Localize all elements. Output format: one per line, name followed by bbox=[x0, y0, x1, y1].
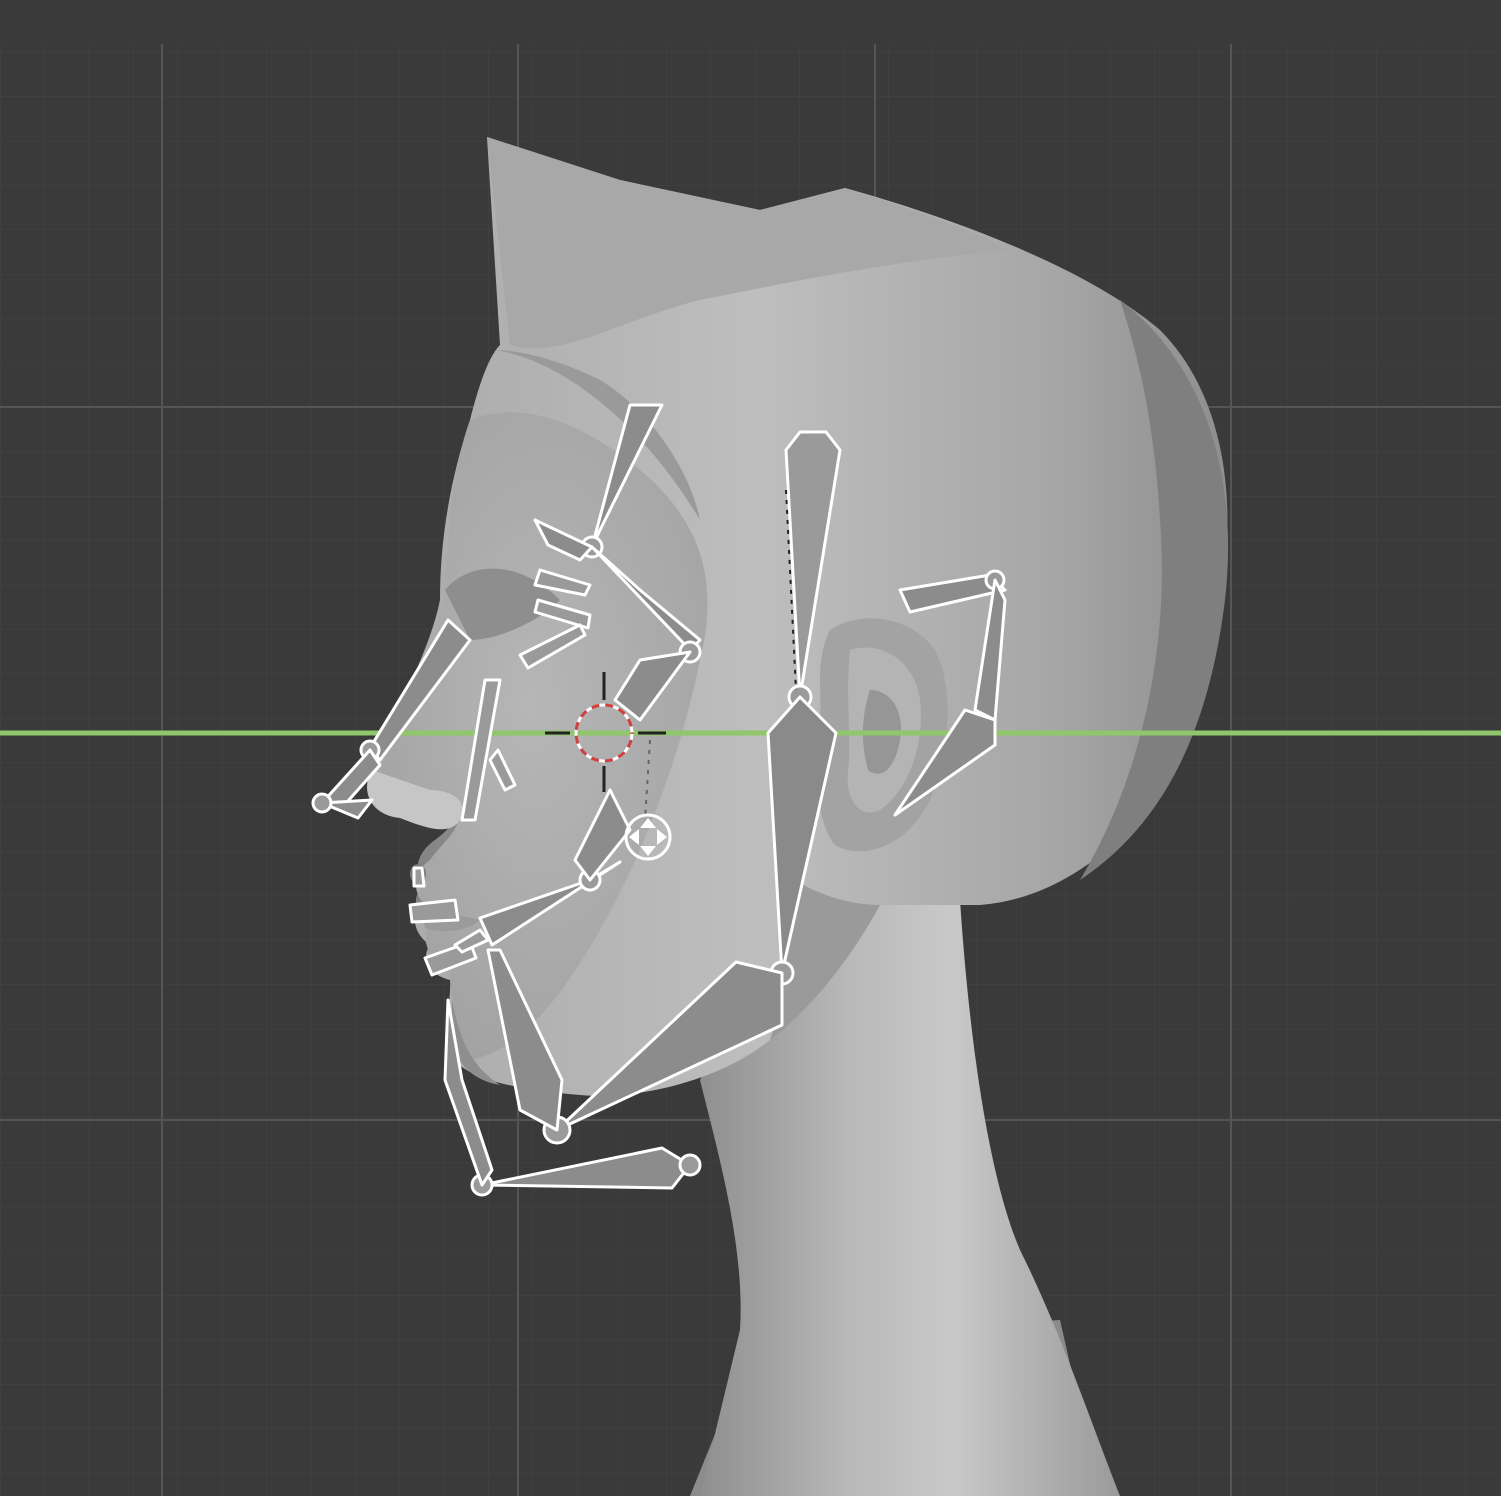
bone-lip-upper[interactable] bbox=[408, 898, 460, 924]
3d-viewport[interactable] bbox=[0, 0, 1501, 1496]
bone-nostril-tip[interactable] bbox=[412, 866, 426, 888]
viewport-canvas[interactable] bbox=[0, 0, 1501, 1496]
